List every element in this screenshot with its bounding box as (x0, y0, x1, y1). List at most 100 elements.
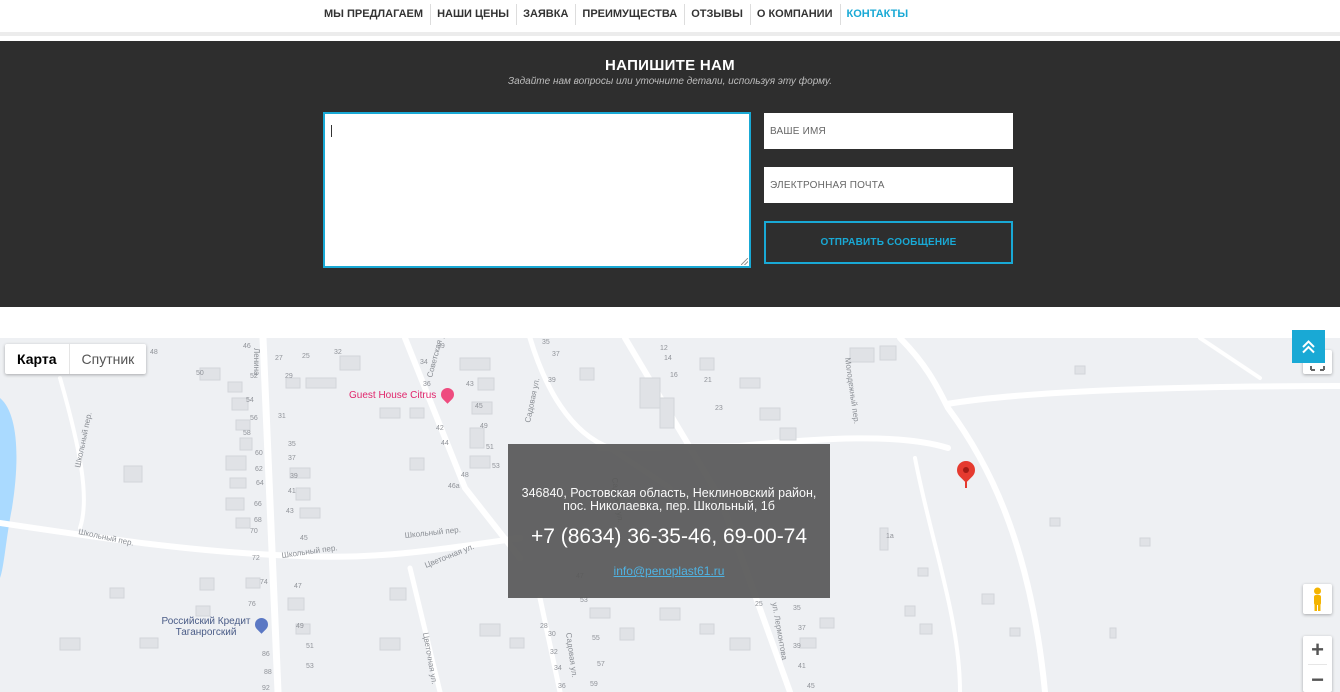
svg-text:86: 86 (262, 651, 270, 658)
svg-text:42: 42 (436, 425, 444, 432)
svg-text:43: 43 (466, 381, 474, 388)
svg-text:Ленина: Ленина (252, 348, 261, 376)
svg-text:32: 32 (550, 649, 558, 656)
svg-text:37: 37 (552, 351, 560, 358)
pegman-icon[interactable] (1303, 584, 1332, 614)
svg-text:37: 37 (288, 455, 296, 462)
svg-text:74: 74 (260, 579, 268, 586)
nav-item-prices[interactable]: НАШИ ЦЕНЫ (431, 4, 518, 25)
svg-text:48: 48 (461, 472, 469, 479)
poi-bank-line1: Российский Кредит (161, 616, 251, 627)
poi-guesthouse-label[interactable]: Guest House Citrus (349, 390, 436, 401)
google-map[interactable]: Школьный пер. Школьный пер. Школьный пер… (0, 338, 1340, 692)
svg-text:16: 16 (670, 372, 678, 379)
text-caret (331, 125, 332, 137)
svg-text:48: 48 (150, 349, 158, 356)
svg-text:47: 47 (294, 583, 302, 590)
pegman-glyph (1314, 587, 1321, 611)
svg-text:64: 64 (256, 480, 264, 487)
email-link[interactable]: info@penoplast61.ru (508, 564, 830, 578)
svg-text:39: 39 (548, 377, 556, 384)
svg-text:53: 53 (580, 597, 588, 604)
scroll-to-top-button[interactable] (1292, 330, 1325, 363)
svg-text:41: 41 (288, 488, 296, 495)
svg-text:92: 92 (262, 685, 270, 692)
svg-text:70: 70 (250, 528, 258, 535)
map-type-map-button[interactable]: Карта (5, 344, 70, 374)
nav-item-offers[interactable]: МЫ ПРЕДЛАГАЕМ (318, 4, 432, 25)
top-navigation: МЫ ПРЕДЛАГАЕМ НАШИ ЦЕНЫ ЗАЯВКА ПРЕИМУЩЕС… (0, 0, 1340, 36)
address-line2: пос. Николаевка, пер. Школьный, 1б (563, 499, 775, 513)
svg-text:52: 52 (250, 373, 258, 380)
contact-subtitle: Задайте нам вопросы или уточните детали,… (507, 76, 833, 87)
zoom-in-button[interactable]: + (1303, 637, 1332, 663)
svg-text:62: 62 (255, 466, 263, 473)
svg-text:45: 45 (475, 403, 483, 410)
svg-text:34: 34 (554, 665, 562, 672)
poi-bank-label[interactable]: Российский Кредит Таганрогский (156, 616, 256, 638)
svg-text:28: 28 (540, 623, 548, 630)
svg-text:54: 54 (246, 397, 254, 404)
phone-number: +7 (8634) 36-35-46, 69-00-74 (530, 525, 808, 548)
zoom-separator (1308, 664, 1327, 665)
svg-text:56: 56 (250, 415, 258, 422)
nav-item-advantages[interactable]: ПРЕИМУЩЕСТВА (576, 4, 686, 25)
svg-text:27: 27 (275, 355, 283, 362)
contact-title: НАПИШИТЕ НАМ (605, 57, 735, 74)
resize-grip-icon[interactable] (741, 258, 748, 265)
message-textarea[interactable] (323, 112, 751, 268)
svg-text:49: 49 (296, 623, 304, 630)
svg-text:Школьный пер.: Школьный пер. (404, 525, 461, 540)
nav-item-reviews[interactable]: ОТЗЫВЫ (685, 4, 751, 25)
svg-text:39: 39 (290, 473, 298, 480)
svg-text:21: 21 (704, 377, 712, 384)
svg-text:30: 30 (548, 631, 556, 638)
svg-text:53: 53 (492, 463, 500, 470)
nav-item-about[interactable]: О КОМПАНИИ (751, 4, 841, 25)
svg-text:39: 39 (793, 643, 801, 650)
svg-text:88: 88 (264, 669, 272, 676)
email-field[interactable]: ЭЛЕКТРОННАЯ ПОЧТА (764, 167, 1013, 203)
svg-text:45: 45 (807, 683, 815, 690)
svg-text:35: 35 (288, 441, 296, 448)
svg-text:35: 35 (793, 605, 801, 612)
nav-item-contacts[interactable]: КОНТАКТЫ (841, 4, 916, 25)
zoom-out-button[interactable]: − (1303, 667, 1332, 692)
map-type-satellite-button[interactable]: Спутник (70, 344, 147, 374)
zoom-control: + − (1303, 636, 1332, 692)
address-text: 346840, Ростовская область, Неклиновский… (508, 487, 830, 513)
svg-text:23: 23 (715, 405, 723, 412)
svg-text:14: 14 (664, 355, 672, 362)
svg-text:46а: 46а (448, 483, 460, 490)
svg-text:Садовая ул.: Садовая ул. (523, 377, 541, 423)
svg-text:72: 72 (252, 555, 260, 562)
svg-text:25: 25 (302, 353, 310, 360)
svg-text:58: 58 (243, 430, 251, 437)
svg-text:37: 37 (798, 625, 806, 632)
contact-info-overlay: 346840, Ростовская область, Неклиновский… (508, 444, 830, 598)
svg-text:51: 51 (486, 444, 494, 451)
svg-text:55: 55 (592, 635, 600, 642)
svg-text:Садовая ул.: Садовая ул. (564, 632, 579, 678)
map-type-control: Карта Спутник (5, 344, 147, 374)
svg-text:57: 57 (597, 661, 605, 668)
svg-text:43: 43 (286, 508, 294, 515)
svg-text:36: 36 (423, 381, 431, 388)
svg-text:31: 31 (278, 413, 286, 420)
svg-text:41: 41 (798, 663, 806, 670)
svg-text:76: 76 (248, 601, 256, 608)
svg-text:49: 49 (480, 423, 488, 430)
send-message-button[interactable]: ОТПРАВИТЬ СООБЩЕНИЕ (764, 221, 1013, 264)
svg-text:1а: 1а (886, 533, 894, 540)
svg-text:Молодежный пер.: Молодежный пер. (843, 357, 861, 424)
nav-item-request[interactable]: ЗАЯВКА (517, 4, 577, 25)
svg-text:50: 50 (196, 370, 204, 377)
svg-text:53: 53 (306, 663, 314, 670)
name-field[interactable]: ВАШЕ ИМЯ (764, 113, 1013, 149)
svg-text:12: 12 (660, 345, 668, 352)
svg-text:39: 39 (437, 343, 445, 350)
svg-text:25: 25 (755, 601, 763, 608)
svg-text:32: 32 (334, 349, 342, 356)
svg-text:35: 35 (542, 339, 550, 346)
svg-text:44: 44 (441, 440, 449, 447)
